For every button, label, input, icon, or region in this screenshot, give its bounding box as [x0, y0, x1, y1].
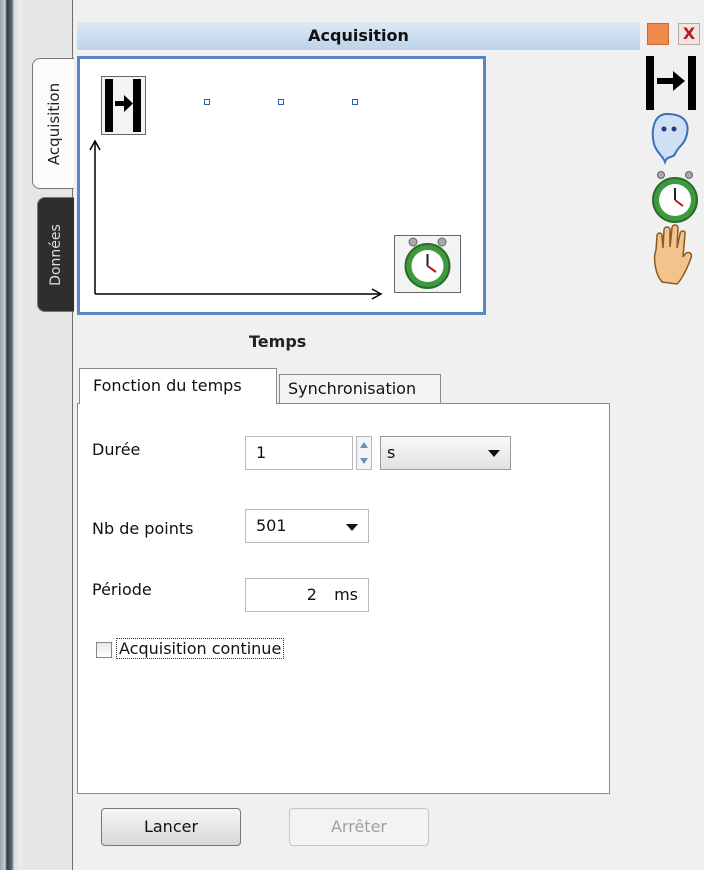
nb-points-label: Nb de points — [92, 519, 194, 538]
acquisition-continue-checkbox[interactable] — [96, 642, 112, 658]
nb-points-value: 501 — [256, 516, 287, 535]
periode-input[interactable]: 2 ms — [245, 578, 369, 612]
tab-acquisition-label: Acquisition — [44, 82, 63, 165]
periode-unit: ms — [334, 585, 358, 604]
tab-donnees[interactable]: Données — [37, 197, 74, 312]
arreter-button[interactable]: Arrêter — [289, 808, 429, 846]
stopwatch-icon[interactable] — [652, 171, 698, 223]
tab-fonction-du-temps[interactable]: Fonction du temps — [79, 368, 277, 404]
acquisition-preview — [77, 56, 486, 315]
marker-handle[interactable] — [278, 99, 284, 105]
section-title: Temps — [249, 332, 307, 351]
duree-unit-value: s — [387, 443, 396, 462]
window-edge — [0, 0, 22, 870]
tab-synchronisation[interactable]: Synchronisation — [279, 374, 441, 404]
marker-handle[interactable] — [352, 99, 358, 105]
duree-spinner[interactable] — [356, 436, 372, 470]
lancer-button[interactable]: Lancer — [101, 808, 241, 846]
periode-label: Période — [92, 580, 152, 599]
tab-donnees-label: Données — [48, 223, 64, 286]
ghost-icon[interactable] — [651, 112, 689, 165]
periode-value: 2 — [306, 585, 317, 604]
panel-title: Acquisition — [77, 22, 640, 50]
acquisition-continue-label[interactable]: Acquisition continue — [116, 638, 285, 659]
chevron-down-icon — [346, 524, 358, 531]
close-button[interactable]: X — [678, 23, 700, 45]
duree-label: Durée — [92, 440, 141, 459]
nb-points-select[interactable]: 501 — [245, 509, 369, 543]
hand-stop-icon[interactable] — [653, 224, 693, 285]
stopwatch-icon[interactable] — [394, 235, 461, 293]
marker-handle[interactable] — [204, 99, 210, 105]
duree-input[interactable]: 1 — [245, 436, 353, 470]
duree-unit-select[interactable]: s — [380, 436, 511, 470]
minimize-button[interactable] — [647, 23, 669, 45]
tab-acquisition[interactable]: Acquisition — [32, 58, 74, 189]
trigger-start-icon[interactable] — [646, 56, 696, 110]
side-toolbar — [645, 52, 704, 292]
chevron-down-icon — [488, 450, 500, 457]
trigger-start-icon[interactable] — [101, 76, 146, 135]
